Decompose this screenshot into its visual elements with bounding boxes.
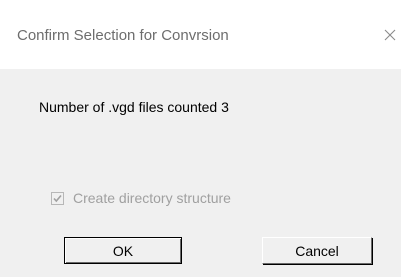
checkmark-icon <box>53 194 62 202</box>
window-title: Confirm Selection for Convrsion <box>17 27 229 44</box>
cancel-button[interactable]: Cancel <box>262 237 372 264</box>
checkbox-label: Create directory structure <box>73 190 231 206</box>
create-directory-checkbox[interactable]: Create directory structure <box>51 189 231 207</box>
close-icon[interactable] <box>381 25 401 45</box>
file-count-message: Number of .vgd files counted 3 <box>39 99 229 115</box>
checkbox-box[interactable] <box>51 191 64 205</box>
title-bar: Confirm Selection for Convrsion <box>0 0 401 69</box>
ok-button[interactable]: OK <box>64 237 182 264</box>
